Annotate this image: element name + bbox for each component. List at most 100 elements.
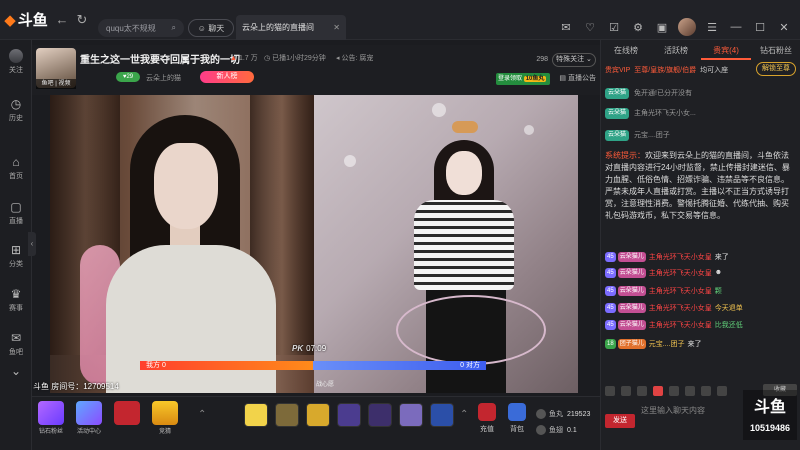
game-icon[interactable]: ▣	[654, 19, 670, 35]
chat-username[interactable]: 主角光环飞天小女皇	[649, 252, 712, 262]
close-icon[interactable]: ✕	[776, 19, 792, 35]
announcement-short[interactable]: ◂ 公告: 腐宠	[336, 53, 373, 63]
back-icon[interactable]: ←	[52, 10, 72, 30]
pk-timer: PK 07:09	[292, 344, 326, 353]
emoji-icon[interactable]	[605, 386, 615, 396]
douyu-logo[interactable]: ◆ 斗鱼	[0, 0, 52, 40]
maximize-icon[interactable]: ☐	[752, 19, 768, 35]
image-icon[interactable]	[669, 386, 679, 396]
chat-message[interactable]: 18 团子猫儿 元宝....团子 来了	[605, 337, 701, 350]
settings-icon[interactable]: ⚙	[630, 19, 646, 35]
streamer-right-face	[446, 151, 482, 195]
login-reward-badge[interactable]: 登录领取 10鱼丸	[496, 73, 550, 85]
speaker-icon[interactable]	[621, 386, 631, 396]
chat-input[interactable]: 这里输入聊天内容	[637, 402, 757, 420]
chat-message[interactable]: 45 云朵猫儿 主角光环飞天小女皇颗	[605, 284, 722, 297]
tab-diamond-fans[interactable]: 钻石粉丝	[751, 42, 800, 60]
sidebar-item-events[interactable]: ♛ 赛事	[0, 282, 32, 318]
tab-live-room[interactable]: 云朵上的猫的直播间 ✕	[236, 15, 346, 40]
gift-item-4[interactable]	[337, 403, 361, 427]
minimize-icon[interactable]: —	[728, 19, 744, 35]
chat-panel: 在线榜 活跃榜 贵宾(4) 钻石粉丝 贵宾VIP 至尊/皇族/旗舰/伯爵 均可入…	[600, 40, 800, 450]
search-icon[interactable]: ⌕	[172, 23, 176, 33]
activity-center-button[interactable]: 活动中心	[76, 401, 102, 435]
chevron-up-icon[interactable]: ⌃	[198, 409, 206, 420]
sidebar-item-home[interactable]: ⌂ 首页	[0, 150, 32, 186]
avatar-icon	[9, 49, 23, 63]
recharge-button[interactable]: 充值	[476, 403, 498, 437]
task-icon[interactable]: ☑	[606, 19, 622, 35]
gift-icon[interactable]	[685, 386, 695, 396]
sidebar-item-forum[interactable]: ✉ 鱼吧	[0, 326, 32, 362]
heat-value: 1.7 万	[238, 55, 258, 62]
activity-center-label: 活动中心	[76, 429, 101, 435]
video-player[interactable]: PK 07:09 我方 0 0 对方 战心愿	[50, 95, 578, 393]
message-icon[interactable]: ✉	[558, 19, 574, 35]
backpack-label: 背包	[510, 426, 524, 433]
red-envelope-button[interactable]	[114, 401, 140, 426]
color-icon[interactable]	[701, 386, 711, 396]
balances: 鱼丸 219523 鱼翅 0.1	[536, 407, 590, 439]
tab-online-rank[interactable]: 在线榜	[601, 42, 651, 60]
tab-active-rank[interactable]: 活跃榜	[651, 42, 701, 60]
backpack-button[interactable]: 背包	[506, 403, 528, 437]
pk-timer-value: 07:09	[306, 344, 327, 353]
crown-icon[interactable]	[637, 386, 647, 396]
level-badge: ♥29	[116, 72, 140, 82]
search-input[interactable]: ququ太不规规 ⌕	[98, 19, 184, 37]
fish-ball-balance: 鱼丸 219523	[536, 407, 590, 423]
more-icon[interactable]	[717, 386, 727, 396]
gift-item-1[interactable]	[244, 403, 268, 427]
chat-username[interactable]: 主角光环飞天小女皇	[649, 268, 712, 278]
avatar-tag[interactable]: 鱼吧 | 视频	[36, 79, 76, 89]
gift-item-3[interactable]	[306, 403, 330, 427]
fish-ball-value: 219523	[567, 411, 591, 418]
fans-row[interactable]: 云朵猫 主角光环飞天小女...	[605, 106, 696, 120]
diamond-fans-button[interactable]: 钻石粉丝	[38, 401, 64, 435]
chat-message[interactable]: 45 云朵猫儿 主角光环飞天小女皇 来了	[605, 250, 729, 263]
chat-message[interactable]: 45 云朵猫儿 主角光环飞天小女皇 比我还低	[605, 318, 743, 331]
close-tab-icon[interactable]: ✕	[333, 23, 340, 32]
sidebar-item-label: 首页	[9, 173, 23, 180]
heart-icon[interactable]: ♡	[582, 19, 598, 35]
fans-row-text: 元宝....团子	[634, 132, 670, 139]
chat-username[interactable]: 主角光环飞天小女皇	[649, 286, 712, 296]
gift-item-6[interactable]	[399, 403, 423, 427]
send-button[interactable]: 发送	[605, 414, 635, 428]
chat-username[interactable]: 元宝....团子	[649, 339, 685, 349]
refresh-icon[interactable]: ↻	[72, 10, 92, 30]
fish-ball-label: 鱼丸	[549, 411, 563, 418]
decor-heart	[432, 103, 446, 117]
sidebar-item-history[interactable]: ◷ 历史	[0, 92, 32, 128]
chat-message[interactable]: 45 云朵猫儿 主角光环飞天小女皇 ☻	[605, 266, 722, 279]
tab-vip[interactable]: 贵宾(4)	[701, 42, 751, 60]
fan-badge: 团子猫儿	[617, 338, 646, 349]
chat-username[interactable]: 主角光环飞天小女皇	[649, 320, 712, 330]
unlock-vip-button[interactable]: 解锁至尊	[756, 62, 796, 76]
room-title: 重生之这一世我要夺回属于我的一切	[80, 55, 240, 66]
chat-button[interactable]: ☺ 聊天	[188, 19, 234, 37]
chat-username[interactable]: 主角光环飞天小女皇	[649, 303, 712, 313]
gift-item-5[interactable]	[368, 403, 392, 427]
chevron-up-icon[interactable]: ⌃	[460, 409, 468, 420]
streamer-left-body	[106, 245, 276, 393]
fans-row[interactable]: 云朵猫 元宝....团子	[605, 128, 670, 142]
menu-icon[interactable]: ☰	[704, 19, 720, 35]
chat-message[interactable]: 45 云朵猫儿 主角光环飞天小女皇 今天退单	[605, 301, 743, 314]
user-avatar[interactable]	[678, 18, 696, 36]
sidebar-expand-button[interactable]: ⌄	[0, 362, 32, 382]
gift-item-2[interactable]	[275, 403, 299, 427]
rank-badge[interactable]: 新人榜	[200, 71, 254, 83]
anchor-name[interactable]: 云朵上的猫	[146, 73, 181, 83]
announcement-button[interactable]: ▤ 直播公告	[559, 73, 596, 83]
sidebar-item-live[interactable]: ▢ 直播	[0, 195, 32, 231]
fans-badge-icon[interactable]	[653, 386, 663, 396]
chat-text: 今天退单	[714, 304, 743, 312]
sidebar-item-follow[interactable]: 关注	[0, 44, 32, 80]
follow-button[interactable]: 特殊关注 ⌄	[552, 53, 596, 67]
guess-button[interactable]: 竞猜	[152, 401, 178, 435]
collapse-sidebar-button[interactable]: ‹	[28, 232, 36, 256]
gift-item-7[interactable]	[430, 403, 454, 427]
fans-row[interactable]: 云朵猫 免开通!已分开没有	[605, 86, 692, 100]
sidebar-item-label: 关注	[9, 67, 23, 74]
